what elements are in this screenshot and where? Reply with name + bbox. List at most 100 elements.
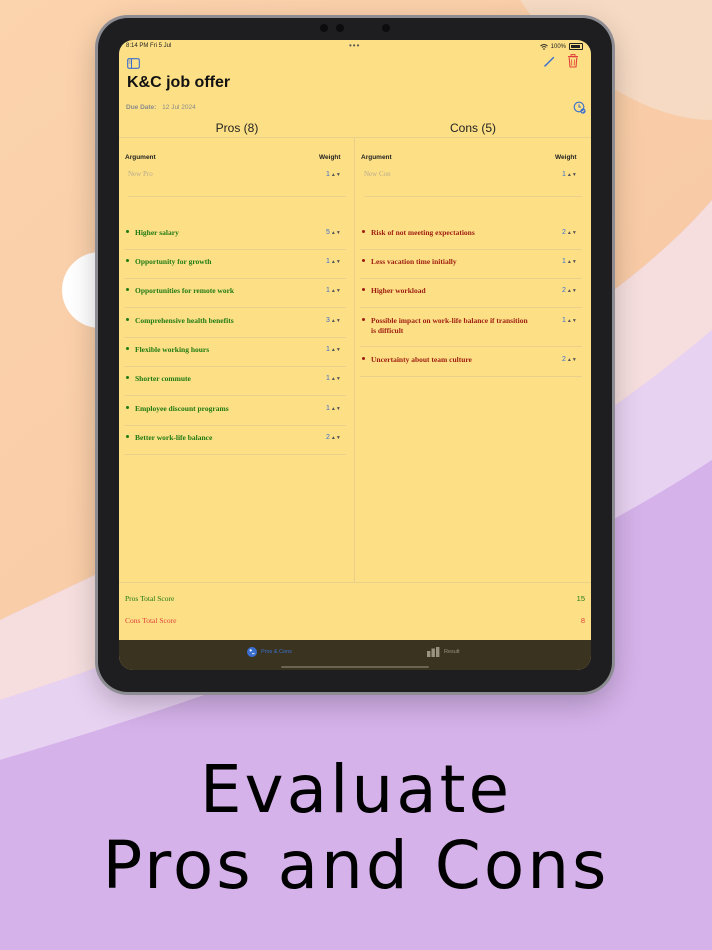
con-weight-value: 1 (562, 317, 566, 324)
trash-icon[interactable] (567, 54, 579, 73)
stepper-arrows-icon: ▲▼ (330, 288, 341, 294)
pro-weight-stepper[interactable]: 1▲▼ (326, 375, 341, 382)
column-divider (354, 138, 355, 582)
sidebar-toggle-icon[interactable] (127, 56, 140, 74)
wifi-icon (539, 43, 548, 50)
pro-argument-text: Comprehensive health benefits (135, 316, 234, 325)
pro-argument-text: Employee discount programs (135, 404, 229, 413)
stepper-arrows-icon: ▲▼ (566, 172, 577, 178)
pro-weight-value: 1 (326, 346, 330, 353)
app-screen: 8:14 PM Fri 5 Jul ••• 100% K&C job offer… (119, 40, 591, 670)
multitasking-dots-icon[interactable]: ••• (349, 41, 360, 50)
plus-minus-icon (247, 647, 257, 657)
cons-total-value: 8 (580, 616, 585, 625)
con-weight-stepper[interactable]: 1▲▼ (562, 317, 577, 324)
home-indicator (281, 666, 429, 668)
pro-argument-text: Opportunities for remote work (135, 286, 235, 295)
pro-argument-row[interactable]: Comprehensive health benefits 3▲▼ (124, 308, 346, 338)
bullet-dot-icon (126, 406, 129, 409)
con-argument-text: Risk of not meeting expectations (371, 228, 475, 237)
bullet-dot-icon (126, 288, 129, 291)
due-date-label: Due Date: (126, 104, 157, 111)
pro-weight-value: 5 (326, 229, 330, 236)
con-weight-value: 2 (562, 356, 566, 363)
new-pro-weight-value: 1 (326, 171, 330, 178)
bullet-dot-icon (126, 347, 129, 350)
con-argument-text: Less vacation time initially (371, 257, 457, 266)
new-con-row: 1▲▼ (364, 168, 582, 197)
cons-total-label: Cons Total Score (125, 616, 177, 625)
camera-dot (382, 24, 390, 32)
pro-argument-row[interactable]: Employee discount programs 1▲▼ (124, 396, 346, 426)
pro-weight-stepper[interactable]: 3▲▼ (326, 317, 341, 324)
bullet-dot-icon (362, 288, 365, 291)
pro-argument-row[interactable]: Opportunity for growth 1▲▼ (124, 249, 346, 279)
bar-chart-icon (427, 647, 440, 657)
con-weight-value: 2 (562, 287, 566, 294)
new-pro-row: 1▲▼ (128, 168, 346, 197)
tab-result[interactable]: Result (427, 647, 460, 657)
cons-column-header: Cons (5) (449, 121, 496, 135)
pro-argument-row[interactable]: Opportunities for remote work 1▲▼ (124, 278, 346, 308)
con-argument-row[interactable]: Possible impact on work-life balance if … (360, 308, 582, 347)
edit-pencil-icon[interactable] (543, 55, 556, 73)
pro-argument-text: Opportunity for growth (135, 257, 212, 266)
stepper-arrows-icon: ▲▼ (330, 435, 341, 441)
new-pro-input[interactable] (128, 170, 278, 178)
con-weight-value: 2 (562, 229, 566, 236)
pro-weight-stepper[interactable]: 1▲▼ (326, 258, 341, 265)
volume-up-button (612, 64, 615, 90)
pro-weight-value: 1 (326, 287, 330, 294)
con-argument-row[interactable]: Uncertainty about team culture 2▲▼ (360, 347, 582, 377)
bullet-dot-icon (126, 435, 129, 438)
stepper-arrows-icon: ▲▼ (566, 318, 577, 324)
stepper-arrows-icon: ▲▼ (566, 230, 577, 236)
pro-weight-stepper[interactable]: 1▲▼ (326, 346, 341, 353)
cons-total-score: Cons Total Score 8 (125, 616, 585, 625)
stepper-arrows-icon: ▲▼ (330, 376, 341, 382)
pro-argument-row[interactable]: Better work-life balance 2▲▼ (124, 425, 346, 455)
pro-argument-row[interactable]: Shorter commute 1▲▼ (124, 366, 346, 396)
tab-result-label: Result (444, 649, 460, 655)
cons-argument-column-label: Argument (361, 154, 392, 161)
tab-pros-cons[interactable]: Pros & Cons (247, 647, 292, 657)
stepper-arrows-icon: ▲▼ (330, 230, 341, 236)
con-weight-stepper[interactable]: 2▲▼ (562, 229, 577, 236)
clock-reminder-icon[interactable] (573, 101, 586, 119)
con-weight-stepper[interactable]: 2▲▼ (562, 356, 577, 363)
ipad-device: 8:14 PM Fri 5 Jul ••• 100% K&C job offer… (98, 15, 615, 692)
new-pro-weight-stepper[interactable]: 1▲▼ (326, 171, 341, 178)
con-argument-row[interactable]: Higher workload 2▲▼ (360, 278, 582, 308)
pro-argument-row[interactable]: Flexible working hours 1▲▼ (124, 337, 346, 367)
con-weight-value: 1 (562, 258, 566, 265)
con-argument-text: Uncertainty about team culture (371, 355, 472, 364)
battery-percent: 100% (550, 43, 566, 50)
pro-weight-stepper[interactable]: 1▲▼ (326, 287, 341, 294)
pro-weight-value: 1 (326, 258, 330, 265)
bullet-dot-icon (362, 259, 365, 262)
con-weight-stepper[interactable]: 2▲▼ (562, 287, 577, 294)
document-title[interactable]: K&C job offer (127, 74, 230, 92)
con-argument-row[interactable]: Less vacation time initially 1▲▼ (360, 249, 582, 279)
footer-divider (119, 582, 591, 583)
bullet-dot-icon (362, 357, 365, 360)
pro-argument-text: Flexible working hours (135, 345, 210, 354)
status-time: 8:14 PM Fri 5 Jul (126, 43, 172, 49)
new-con-input[interactable] (364, 170, 514, 178)
camera-dot (320, 24, 328, 32)
pro-argument-row[interactable]: Higher salary 5▲▼ (124, 220, 346, 250)
pro-weight-value: 1 (326, 375, 330, 382)
pro-weight-stepper[interactable]: 2▲▼ (326, 434, 341, 441)
headline-line-1: Evaluate (199, 751, 513, 828)
due-date[interactable]: Due Date: 12 Jul 2024 (126, 104, 196, 111)
new-con-weight-stepper[interactable]: 1▲▼ (562, 171, 577, 178)
con-argument-row[interactable]: Risk of not meeting expectations 2▲▼ (360, 220, 582, 250)
pros-total-value: 15 (576, 594, 585, 603)
top-button (554, 15, 582, 18)
pro-weight-value: 2 (326, 434, 330, 441)
pro-weight-stepper[interactable]: 1▲▼ (326, 405, 341, 412)
marketing-headline: Evaluate Pros and Cons (0, 752, 712, 904)
pros-weight-column-label: Weight (319, 154, 341, 161)
con-weight-stepper[interactable]: 1▲▼ (562, 258, 577, 265)
pro-weight-stepper[interactable]: 5▲▼ (326, 229, 341, 236)
